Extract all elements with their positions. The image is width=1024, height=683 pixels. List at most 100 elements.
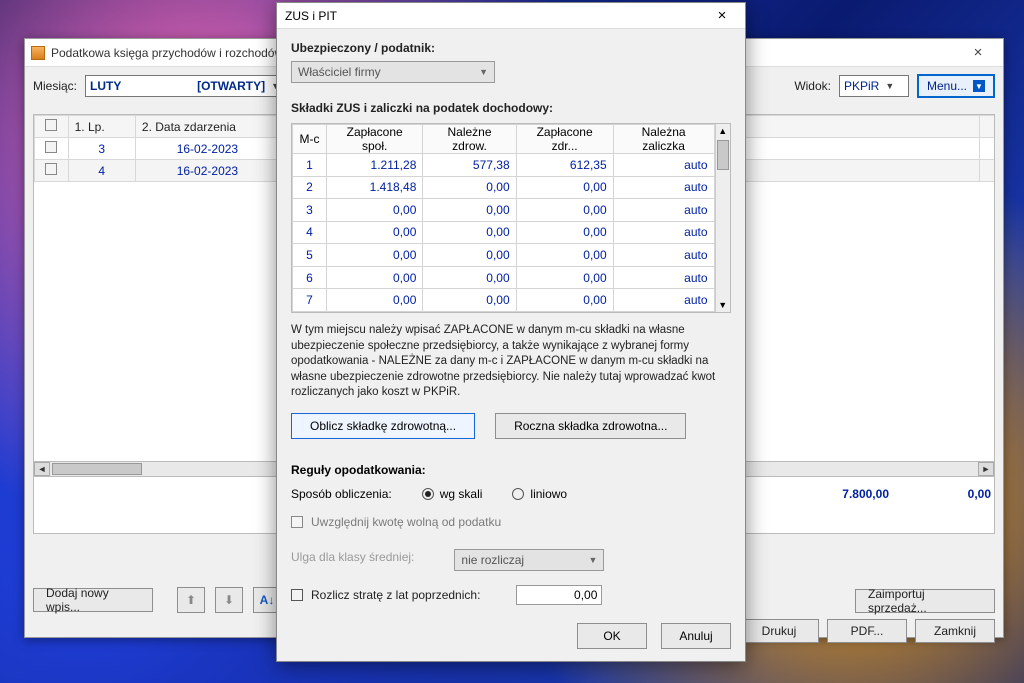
- view-select[interactable]: PKPiR ▼: [839, 75, 909, 97]
- zus-spol[interactable]: 0,00: [327, 289, 423, 312]
- cell-date: 16-02-2023: [135, 138, 279, 160]
- zus-zap[interactable]: 0,00: [516, 244, 613, 267]
- zus-mc: 5: [293, 244, 327, 267]
- zus-zal[interactable]: auto: [613, 176, 714, 199]
- zus-zap[interactable]: 0,00: [516, 289, 613, 312]
- move-down-button[interactable]: ⬇: [215, 587, 243, 613]
- ok-button[interactable]: OK: [577, 623, 647, 649]
- move-up-button[interactable]: ⬆: [177, 587, 205, 613]
- scroll-left-icon[interactable]: ◄: [34, 462, 50, 476]
- zus-nal[interactable]: 0,00: [423, 199, 516, 222]
- zus-zap[interactable]: 0,00: [516, 176, 613, 199]
- zus-mc: 3: [293, 199, 327, 222]
- cell-date: 16-02-2023: [135, 160, 279, 182]
- chevron-down-icon: ▼: [588, 555, 597, 565]
- zus-zal[interactable]: auto: [613, 154, 714, 177]
- zus-col-zal: Należna zaliczka: [613, 125, 714, 154]
- zus-spol[interactable]: 1.211,28: [327, 154, 423, 177]
- month-select[interactable]: LUTY [OTWARTY] ▼: [85, 75, 285, 97]
- zus-zal[interactable]: auto: [613, 266, 714, 289]
- close-button[interactable]: Zamknij: [915, 619, 995, 643]
- row-checkbox[interactable]: [45, 141, 57, 153]
- loss-checkbox[interactable]: [291, 589, 303, 601]
- col-spz[interactable]: 7. Sprzedane t...: [979, 116, 995, 138]
- zus-spol[interactable]: 1.418,48: [327, 176, 423, 199]
- view-value: PKPiR: [844, 79, 879, 93]
- middle-class-relief-label: Ulga dla klasy średniej:: [291, 550, 414, 564]
- zus-table-wrap: M-c Zapłacone społ. Należne zdrow. Zapła…: [291, 123, 731, 313]
- zus-row[interactable]: 2 1.418,48 0,00 0,00 auto: [293, 176, 715, 199]
- zus-row[interactable]: 1 1.211,28 577,38 612,35 auto: [293, 154, 715, 177]
- loss-label: Rozlicz stratę z lat poprzednich:: [311, 588, 480, 602]
- zus-spol[interactable]: 0,00: [327, 221, 423, 244]
- free-amount-label: Uwzględnij kwotę wolną od podatku: [311, 515, 501, 529]
- loss-input[interactable]: [516, 585, 602, 605]
- dropdown-icon: ▼: [973, 80, 985, 92]
- zus-col-spol: Zapłacone społ.: [327, 125, 423, 154]
- close-icon[interactable]: ×: [707, 7, 737, 24]
- dialog-title: ZUS i PIT: [285, 9, 707, 23]
- col-check[interactable]: [35, 116, 69, 138]
- zus-zap[interactable]: 0,00: [516, 199, 613, 222]
- zus-mc: 4: [293, 221, 327, 244]
- relief-value: nie rozliczaj: [461, 553, 524, 567]
- zus-nal[interactable]: 0,00: [423, 289, 516, 312]
- radio-scale[interactable]: wg skali: [422, 487, 483, 501]
- sort-icon: A↓: [260, 593, 275, 607]
- zus-row[interactable]: 6 0,00 0,00 0,00 auto: [293, 266, 715, 289]
- zus-row[interactable]: 7 0,00 0,00 0,00 auto: [293, 289, 715, 312]
- zus-zal[interactable]: auto: [613, 199, 714, 222]
- scroll-right-icon[interactable]: ►: [978, 462, 994, 476]
- zus-mc: 7: [293, 289, 327, 312]
- menu-label: Menu...: [927, 79, 967, 93]
- menu-button[interactable]: Menu... ▼: [917, 74, 995, 98]
- add-entry-button[interactable]: Dodaj nowy wpis...: [33, 588, 153, 612]
- col-lp[interactable]: 1. Lp.: [68, 116, 135, 138]
- zus-nal[interactable]: 0,00: [423, 221, 516, 244]
- zus-note: W tym miejscu należy wpisać ZAPŁACONE w …: [291, 323, 731, 401]
- month-status: [OTWARTY]: [197, 79, 265, 93]
- row-checkbox[interactable]: [45, 163, 57, 175]
- zus-nal[interactable]: 0,00: [423, 244, 516, 267]
- dialog-titlebar: ZUS i PIT ×: [277, 3, 745, 29]
- zus-nal[interactable]: 577,38: [423, 154, 516, 177]
- zus-zal[interactable]: auto: [613, 289, 714, 312]
- total-spz: 7.800,00: [809, 487, 889, 501]
- zus-row[interactable]: 3 0,00 0,00 0,00 auto: [293, 199, 715, 222]
- zus-nal[interactable]: 0,00: [423, 266, 516, 289]
- zus-spol[interactable]: 0,00: [327, 266, 423, 289]
- yearly-health-button[interactable]: Roczna składka zdrowotna...: [495, 413, 686, 439]
- import-sales-button[interactable]: Zaimportuj sprzedaż...: [855, 589, 995, 613]
- insured-select[interactable]: Właściciel firmy ▼: [291, 61, 495, 83]
- scroll-down-icon[interactable]: ▼: [716, 298, 730, 312]
- totals-row: 7.800,00 0,00: [809, 487, 991, 501]
- col-date[interactable]: 2. Data zdarzenia: [135, 116, 279, 138]
- total-poz: 0,00: [911, 487, 991, 501]
- zus-spol[interactable]: 0,00: [327, 244, 423, 267]
- view-label: Widok:: [794, 79, 831, 93]
- scroll-thumb[interactable]: [52, 463, 142, 475]
- scroll-up-icon[interactable]: ▲: [716, 124, 730, 138]
- zus-zap[interactable]: 0,00: [516, 266, 613, 289]
- radio-linear[interactable]: liniowo: [512, 487, 567, 501]
- calc-health-button[interactable]: Oblicz składkę zdrowotną...: [291, 413, 475, 439]
- zus-row[interactable]: 4 0,00 0,00 0,00 auto: [293, 221, 715, 244]
- pdf-button[interactable]: PDF...: [827, 619, 907, 643]
- zus-row[interactable]: 5 0,00 0,00 0,00 auto: [293, 244, 715, 267]
- cell-lp: 4: [68, 160, 135, 182]
- zus-zap[interactable]: 0,00: [516, 221, 613, 244]
- vertical-scrollbar[interactable]: ▲ ▼: [715, 124, 730, 312]
- zus-nal[interactable]: 0,00: [423, 176, 516, 199]
- zus-zal[interactable]: auto: [613, 244, 714, 267]
- zus-section-label: Składki ZUS i zaliczki na podatek dochod…: [291, 101, 731, 115]
- insured-label: Ubezpieczony / podatnik:: [291, 41, 731, 55]
- cancel-button[interactable]: Anuluj: [661, 623, 731, 649]
- free-amount-checkbox[interactable]: [291, 516, 303, 528]
- print-button[interactable]: Drukuj: [739, 619, 819, 643]
- zus-zal[interactable]: auto: [613, 221, 714, 244]
- scroll-thumb[interactable]: [717, 140, 729, 170]
- zus-zap[interactable]: 612,35: [516, 154, 613, 177]
- zus-spol[interactable]: 0,00: [327, 199, 423, 222]
- close-icon[interactable]: ×: [959, 44, 997, 61]
- month-value: LUTY: [90, 79, 121, 93]
